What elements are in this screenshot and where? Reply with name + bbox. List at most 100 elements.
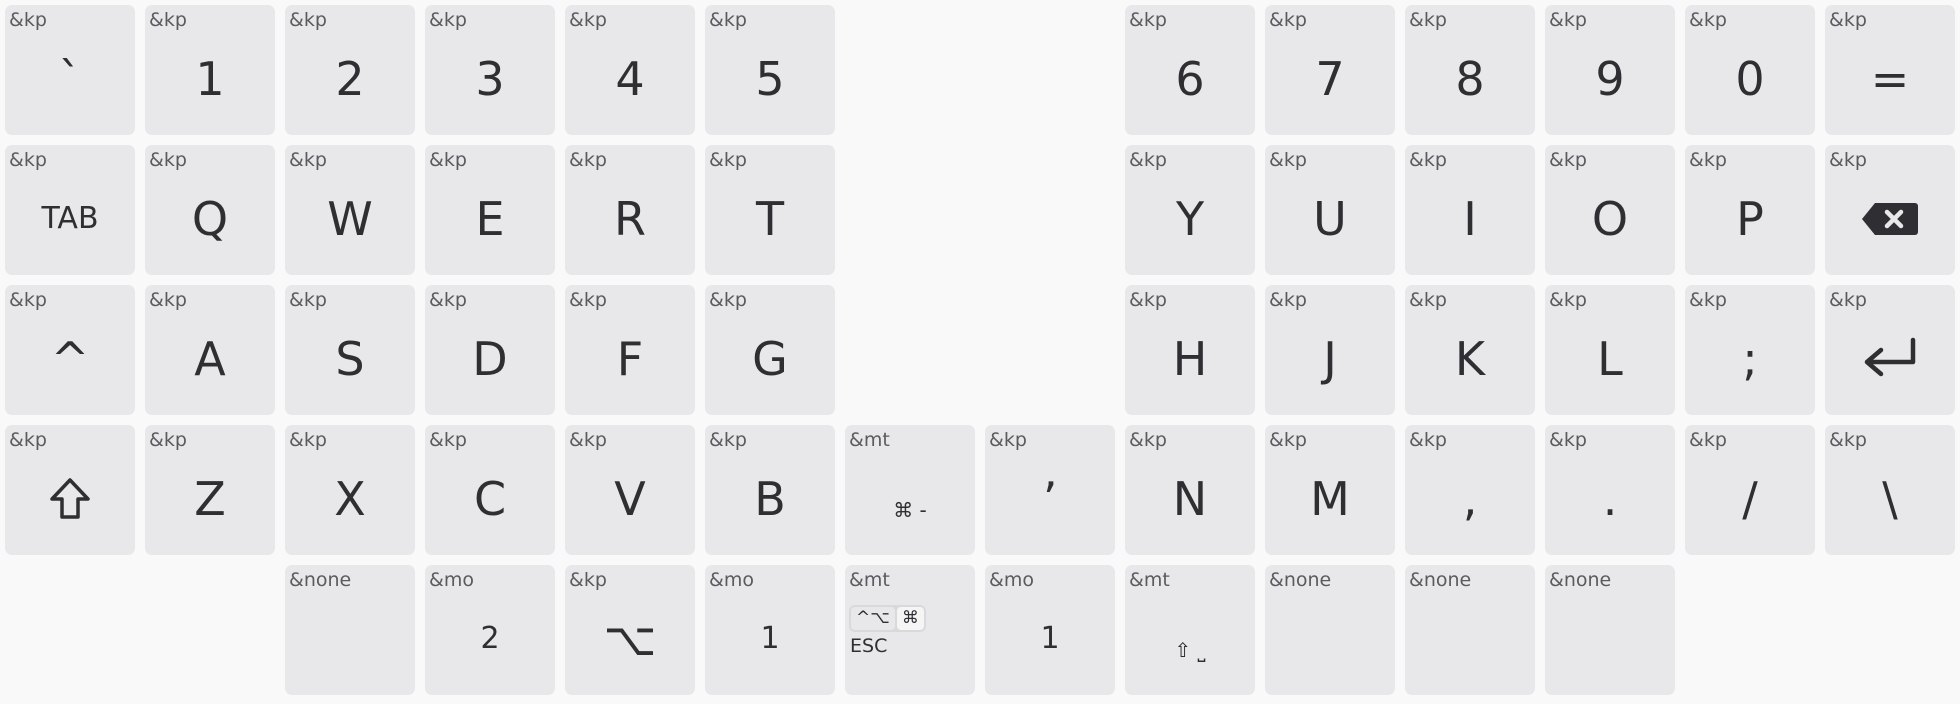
key-label: / [1742, 472, 1758, 526]
hold-chip-ctrl-option: ^⌥ [851, 607, 895, 630]
key-n6[interactable]: &kp 6 [1125, 5, 1255, 135]
key-label: T [755, 192, 785, 246]
key-m[interactable]: &kp M [1265, 425, 1395, 555]
key-semicolon[interactable]: &kp; [1685, 285, 1815, 415]
key-period[interactable]: &kp. [1545, 425, 1675, 555]
key-backspace[interactable]: &kp [1825, 145, 1955, 275]
key-n9[interactable]: &kp 9 [1545, 5, 1675, 135]
key-u[interactable]: &kp U [1265, 145, 1395, 275]
key-n5[interactable]: &kp 5 [705, 5, 835, 135]
key-label: = [1870, 52, 1910, 106]
key-label: 1 [195, 52, 225, 106]
key-d[interactable]: &kp D [425, 285, 555, 415]
key-none4[interactable]: &none [1545, 565, 1675, 695]
key-caret[interactable]: &kp ^ [5, 285, 135, 415]
key-cmd-minus[interactable]: &mt ⌘ - [845, 425, 975, 555]
key-backslash[interactable]: &kp \ [1825, 425, 1955, 555]
key-mo2[interactable]: &mo 2 [425, 565, 555, 695]
key-n0[interactable]: &kp 0 [1685, 5, 1815, 135]
key-n3[interactable]: &kp 3 [425, 5, 555, 135]
key-e[interactable]: &kp E [425, 145, 555, 275]
key-mo1a[interactable]: &mo 1 [705, 565, 835, 695]
key-f[interactable]: &kp F [565, 285, 695, 415]
key-shift-space[interactable]: &mt ⇧ ⎵ [1125, 565, 1255, 695]
shift-icon [5, 443, 135, 555]
key-label: ⌥ [603, 612, 657, 666]
key-x[interactable]: &kp X [285, 425, 415, 555]
key-label: ⌘ - [893, 498, 927, 522]
key-label: J [1323, 332, 1337, 386]
key-behavior-label: &none [1409, 569, 1472, 591]
key-none2[interactable]: &none [1265, 565, 1395, 695]
hold-chip-command: ⌘ [896, 607, 924, 630]
key-label: ^ [50, 332, 90, 386]
key-none1[interactable]: &none [285, 565, 415, 695]
key-label: N [1172, 472, 1208, 526]
key-n8[interactable]: &kp 8 [1405, 5, 1535, 135]
key-o[interactable]: &kp O [1545, 145, 1675, 275]
key-n2[interactable]: &kp 2 [285, 5, 415, 135]
key-nkey[interactable]: &kp N [1125, 425, 1255, 555]
key-label: 4 [615, 52, 645, 106]
key-w[interactable]: &kp W [285, 145, 415, 275]
key-label: Q [191, 192, 229, 246]
key-label: X [334, 472, 366, 526]
key-i[interactable]: &kp I [1405, 145, 1535, 275]
key-mo1b[interactable]: &mo 1 [985, 565, 1115, 695]
key-label: I [1463, 192, 1477, 246]
key-label: 6 [1175, 52, 1205, 106]
key-s[interactable]: &kp S [285, 285, 415, 415]
key-n1[interactable]: &kp 1 [145, 5, 275, 135]
key-g[interactable]: &kp G [705, 285, 835, 415]
key-shift[interactable]: &kp [5, 425, 135, 555]
key-label: 1 [760, 621, 780, 656]
key-p[interactable]: &kp P [1685, 145, 1815, 275]
key-behavior-label: &none [1269, 569, 1332, 591]
key-label: ` [58, 52, 82, 106]
key-label: ; [1742, 332, 1758, 386]
key-label: 0 [1735, 52, 1765, 106]
key-option[interactable]: &kp ⌥ [565, 565, 695, 695]
key-k[interactable]: &kp K [1405, 285, 1535, 415]
key-tab[interactable]: &kp TAB [5, 145, 135, 275]
key-v[interactable]: &kp V [565, 425, 695, 555]
key-c[interactable]: &kp C [425, 425, 555, 555]
key-label: G [752, 332, 788, 386]
key-t[interactable]: &kp T [705, 145, 835, 275]
key-behavior-label: &mt [1129, 569, 1170, 591]
key-l[interactable]: &kp L [1545, 285, 1675, 415]
key-z[interactable]: &kp Z [145, 425, 275, 555]
key-enter[interactable]: &kp [1825, 285, 1955, 415]
keymap-layout: &kp ` &kp 1 &kp 2 &kp 3 &kp 4 &kp 5 &kp 6 &kp 7 &kp 8 &kp 9… [0, 0, 1960, 704]
key-n4[interactable]: &kp 4 [565, 5, 695, 135]
key-label: \ [1882, 472, 1898, 526]
key-label: O [1591, 192, 1629, 246]
key-q[interactable]: &kp Q [145, 145, 275, 275]
key-j[interactable]: &kp J [1265, 285, 1395, 415]
key-label: 5 [755, 52, 785, 106]
key-behavior-label: &none [289, 569, 352, 591]
key-label: 2 [480, 621, 500, 656]
key-n7[interactable]: &kp 7 [1265, 5, 1395, 135]
key-apostrophe[interactable]: &kp’ [985, 425, 1115, 555]
key-label: 7 [1315, 52, 1345, 106]
key-h[interactable]: &kp H [1125, 285, 1255, 415]
key-esc-mt[interactable]: &mt ^⌥ ⌘ ESC [845, 565, 975, 695]
key-equal[interactable]: &kp = [1825, 5, 1955, 135]
key-y[interactable]: &kp Y [1125, 145, 1255, 275]
key-label: S [335, 332, 365, 386]
key-label: 3 [475, 52, 505, 106]
key-slash[interactable]: &kp / [1685, 425, 1815, 555]
key-label: D [472, 332, 508, 386]
key-label: F [616, 332, 644, 386]
key-none3[interactable]: &none [1405, 565, 1535, 695]
key-label: V [614, 472, 646, 526]
key-r[interactable]: &kp R [565, 145, 695, 275]
key-label: ’ [1042, 472, 1058, 526]
key-comma[interactable]: &kp, [1405, 425, 1535, 555]
key-a[interactable]: &kp A [145, 285, 275, 415]
key-label: 1 [1040, 621, 1060, 656]
key-b[interactable]: &kp B [705, 425, 835, 555]
key-label: ⇧ ⎵ [1174, 638, 1206, 662]
key-grave[interactable]: &kp ` [5, 5, 135, 135]
